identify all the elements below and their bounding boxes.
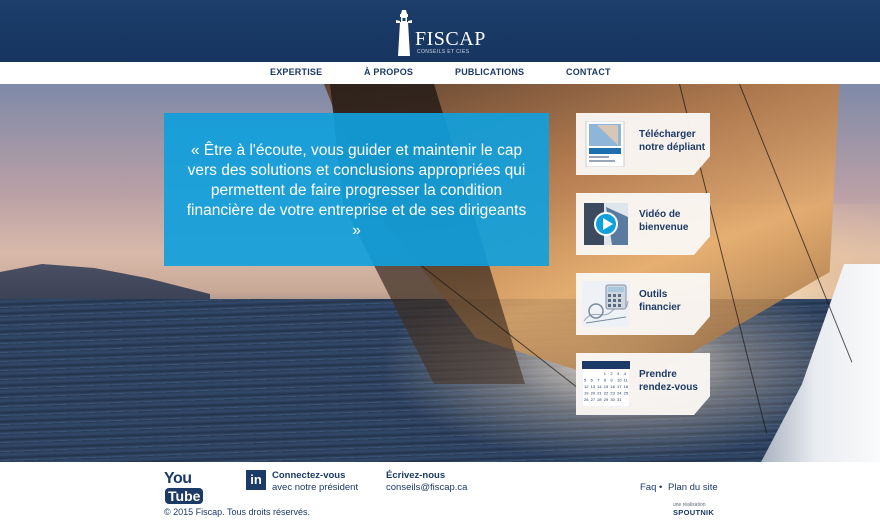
card-label-line: Télécharger [639,129,696,140]
card-download-brochure[interactable]: Télécharger notre dépliant [576,113,710,175]
faq-link[interactable]: Faq [640,482,656,493]
card-financial-tools[interactable]: Outils financier [576,273,710,335]
card-label: Télécharger notre dépliant [639,128,709,154]
calendar-day: 14 [597,384,602,389]
card-label-line: Outils [639,289,668,300]
credit-agency[interactable]: SPOUTNIK [673,508,714,517]
calendar-day: 22 [604,391,609,396]
calendar-day: 31 [617,397,622,402]
calendar-day: 25 [624,391,629,396]
mission-quote: « Être à l'écoute, vous guider et mainte… [164,113,549,266]
play-video-icon [584,203,628,245]
coastline [0,264,210,304]
card-label-line: bienvenue [639,222,689,233]
linkedin-title[interactable]: Connectez-vous [272,470,345,481]
calendar-day: 12 [584,384,589,389]
calendar-day: 24 [617,391,622,396]
lighthouse-icon [396,10,412,56]
calendar-icon: 1 2 3 45 6 7 8 9 10 1112 13 14 15 16 17 1819 20 21 22 23 24 2… [582,361,630,407]
calendar-day: 13 [591,384,596,389]
main-nav: EXPERTISE À PROPOS PUBLICATIONS CONTACT [0,62,880,84]
calendar-day: 18 [624,384,629,389]
calendar-day: 28 [597,397,602,402]
copyright-text: © 2015 Fiscap. Tous droits réservés. [164,507,311,517]
site-header: FISCAP CONSEILS ET CIES [0,0,880,62]
sitemap-link[interactable]: Plan du site [668,482,718,493]
calendar-day: 15 [604,384,609,389]
youtube-logo-text: You [164,470,192,487]
calculator-icon [582,281,630,327]
calendar-day: 16 [610,384,615,389]
calendar-day: 19 [584,391,589,396]
brand-name: FISCAP [415,28,486,50]
site-footer: YouTube in Connectez-vous avec notre pré… [0,462,880,520]
calendar-day: 29 [604,397,609,402]
nav-expertise[interactable]: EXPERTISE [270,67,322,77]
linkedin-subtitle: avec notre président [272,482,359,493]
calendar-day: 17 [617,384,622,389]
brand-tagline: CONSEILS ET CIES [417,49,470,55]
calendar-day: 10 [617,378,622,383]
card-label-line: rendez-vous [639,382,698,393]
linkedin-icon[interactable]: in [246,470,266,490]
email-link[interactable]: conseils@fiscap.ca [386,482,467,493]
calendar-day: 30 [610,397,615,402]
card-label: Vidéo de bienvenue [639,208,709,234]
card-label-line: financier [639,302,681,313]
calendar-day: 23 [610,391,615,396]
youtube-link[interactable]: YouTube [164,470,214,504]
nav-publications[interactable]: PUBLICATIONS [455,67,524,77]
fiscap-logo[interactable]: FISCAP CONSEILS ET CIES [393,6,493,58]
calendar-day: 20 [591,391,596,396]
calendar-day: 27 [591,397,596,402]
card-label: Outils financier [639,288,709,314]
card-book-appointment[interactable]: 1 2 3 4 5 6 7 8 9 10 11 12 13 14 15 16 17 18 19 20 21 22 23 24 2… [576,353,710,415]
nav-contact[interactable]: CONTACT [566,67,611,77]
card-label-line: Vidéo de [639,209,681,220]
brochure-thumbnail-icon [585,121,625,167]
card-label-line: notre dépliant [639,142,706,153]
calendar-day: 21 [597,391,602,396]
email-title: Écrivez-nous [386,470,446,481]
footer-separator: • [659,482,663,493]
card-welcome-video[interactable]: Vidéo de bienvenue [576,193,710,255]
nav-a-propos[interactable]: À PROPOS [364,67,413,77]
youtube-logo-badge: Tube [165,488,204,504]
card-label: Prendre rendez-vous [639,368,709,394]
card-label-line: Prendre [639,369,677,380]
calendar-day: 26 [584,397,589,402]
